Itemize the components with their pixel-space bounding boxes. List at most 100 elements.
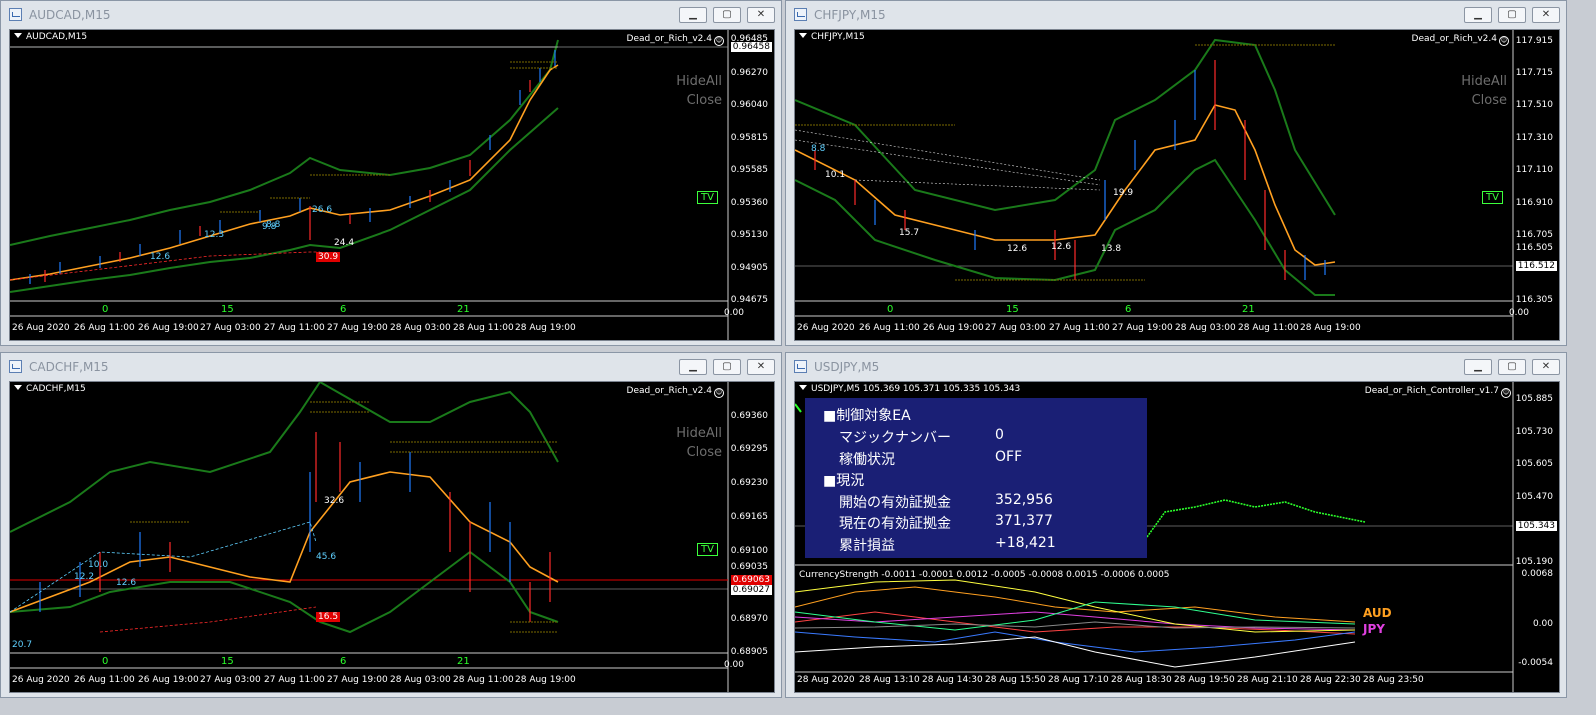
chart-window-usdjpy[interactable]: USDJPY,M5 ▁ ▢ ✕ USDJPY,M5 105.369 105.37…: [785, 352, 1567, 698]
maximize-button[interactable]: ▢: [1498, 359, 1526, 375]
window-title: CADCHF,M15: [29, 360, 109, 374]
trade-annotation: 20.7: [12, 640, 33, 650]
minimize-button[interactable]: ▁: [679, 359, 707, 375]
y-axis-label: 0.96040: [730, 100, 768, 110]
trade-annotation: 19.9: [1113, 188, 1134, 198]
x-axis-label: 28 Aug 11:00: [453, 675, 514, 685]
maximize-button[interactable]: ▢: [713, 359, 741, 375]
y-axis-label: 0.96270: [730, 68, 768, 78]
x-axis-label: 28 Aug 23:50: [1363, 675, 1424, 685]
minimize-button[interactable]: ▁: [1464, 7, 1492, 23]
minimize-button[interactable]: ▁: [679, 7, 707, 23]
currency-strength-label: CurrencyStrength -0.0011 -0.0001 0.0012 …: [799, 570, 1170, 580]
close-button[interactable]: ✕: [747, 359, 775, 375]
y-axis-label: 0.69295: [730, 444, 768, 454]
window-titlebar[interactable]: AUDCAD,M15 ▁ ▢ ✕: [1, 1, 781, 29]
trade-annotation: 16.5: [316, 612, 341, 622]
close-button[interactable]: ✕: [1532, 359, 1560, 375]
x-axis-label: 27 Aug 03:00: [985, 323, 1046, 333]
day-label: 0: [102, 304, 109, 315]
y-axis-label: 0.69165: [730, 512, 768, 522]
x-axis-label: 26 Aug 2020: [12, 675, 70, 685]
y-axis-label: 105.190: [1515, 557, 1553, 567]
y-axis-label: 0.96485: [730, 34, 768, 44]
x-axis-label: 28 Aug 22:30: [1300, 675, 1361, 685]
chart-window-audcad[interactable]: AUDCAD,M15 ▁ ▢ ✕ AUDCAD,M15 Dead_or_Rich…: [0, 0, 782, 346]
y-axis-label: 0.95815: [730, 133, 768, 143]
x-axis-label: 28 Aug 2020: [797, 675, 855, 685]
chart-window-cadchf[interactable]: CADCHF,M15 ▁ ▢ ✕ CADCHF,M15 Dead_or_Rich…: [0, 352, 782, 698]
subwindow-value-label: 0.00: [723, 660, 744, 670]
y-axis-label: 105.605: [1515, 459, 1553, 469]
y-axis-label: 0.68970: [730, 614, 768, 624]
y-axis-label: 0.69035: [730, 562, 768, 572]
y-axis-label: 0.69100: [730, 546, 768, 556]
trade-annotation: 32.6: [324, 496, 345, 506]
strength-y-mid: 0.00: [1532, 619, 1553, 629]
close-button[interactable]: ✕: [747, 7, 775, 23]
y-axis-label: 0.95360: [730, 198, 768, 208]
current-equity-label: 現在の有効証拠金: [839, 516, 951, 532]
x-axis-label: 28 Aug 17:10: [1048, 675, 1109, 685]
x-axis-label: 28 Aug 19:00: [515, 675, 576, 685]
x-axis-label: 26 Aug 11:00: [859, 323, 920, 333]
x-axis-label: 28 Aug 19:00: [1300, 323, 1361, 333]
chart-window-icon: [9, 360, 22, 373]
day-label: 6: [340, 656, 347, 667]
x-axis-label: 28 Aug 18:30: [1111, 675, 1172, 685]
x-axis-label: 26 Aug 2020: [12, 323, 70, 333]
day-label: 21: [1242, 304, 1255, 315]
chart-canvas: [10, 382, 729, 692]
trade-annotation: 12.3: [204, 230, 225, 240]
trade-annotation: 45.6: [316, 552, 337, 562]
current-price-tag: 116.512: [1515, 261, 1557, 271]
x-axis-label: 28 Aug 14:30: [922, 675, 983, 685]
y-axis-label: 116.705: [1515, 230, 1553, 240]
x-axis-label: 27 Aug 19:00: [327, 323, 388, 333]
y-axis-label: 0.94675: [730, 295, 768, 305]
chart-window-icon: [794, 8, 807, 21]
trade-annotation: 8.8: [811, 144, 826, 154]
window-titlebar[interactable]: CADCHF,M15 ▁ ▢ ✕: [1, 353, 781, 381]
minimize-button[interactable]: ▁: [1464, 359, 1492, 375]
profit-loss-label: 累計損益: [839, 538, 895, 554]
close-button[interactable]: ✕: [1532, 7, 1560, 23]
x-axis-label: 27 Aug 03:00: [200, 323, 261, 333]
x-axis-label: 27 Aug 11:00: [264, 323, 325, 333]
y-axis-label: 116.910: [1515, 198, 1553, 208]
y-axis-label: 0.68905: [730, 647, 768, 657]
window-titlebar[interactable]: USDJPY,M5 ▁ ▢ ✕: [786, 353, 1566, 381]
trade-annotation: 12.6: [1051, 242, 1072, 252]
chart-window-chfjpy[interactable]: CHFJPY,M15 ▁ ▢ ✕ CHFJPY,M15 Dead_or_Rich…: [785, 0, 1567, 346]
x-axis-label: 28 Aug 03:00: [390, 323, 451, 333]
x-axis-label: 27 Aug 11:00: [1049, 323, 1110, 333]
currency-label: AUD: [1363, 606, 1392, 620]
price-chart[interactable]: CHFJPY,M15 Dead_or_Rich_v2.4 ☺ HideAll Cl…: [794, 29, 1560, 341]
trade-annotation: 12.2: [74, 572, 95, 582]
y-axis-label: 0.95130: [730, 230, 768, 240]
profit-loss-value: +18,421: [995, 535, 1056, 551]
x-axis-label: 26 Aug 19:00: [138, 323, 199, 333]
price-chart[interactable]: AUDCAD,M15 Dead_or_Rich_v2.4 ☺ HideAll Cl…: [9, 29, 775, 341]
y-axis-label: 105.730: [1515, 427, 1553, 437]
y-axis-label: 117.715: [1515, 68, 1553, 78]
trade-annotation: 15.7: [899, 228, 920, 238]
currency-label: JPY: [1363, 622, 1385, 636]
start-equity-value: 352,956: [995, 492, 1053, 508]
trade-annotation: 12.6: [150, 252, 171, 262]
maximize-button[interactable]: ▢: [1498, 7, 1526, 23]
day-label: 0: [887, 304, 894, 315]
day-label: 6: [1125, 304, 1132, 315]
status-value: OFF: [995, 449, 1023, 465]
strength-y-top: 0.0068: [1521, 569, 1554, 579]
chart-canvas: [795, 30, 1514, 340]
maximize-button[interactable]: ▢: [713, 7, 741, 23]
price-chart[interactable]: CADCHF,M15 Dead_or_Rich_v2.4 ☺ HideAll Cl…: [9, 381, 775, 693]
day-label: 15: [221, 304, 234, 315]
window-titlebar[interactable]: CHFJPY,M15 ▁ ▢ ✕: [786, 1, 1566, 29]
x-axis-label: 27 Aug 19:00: [1112, 323, 1173, 333]
window-title: CHFJPY,M15: [814, 8, 886, 22]
price-chart[interactable]: USDJPY,M5 105.369 105.371 105.335 105.34…: [794, 381, 1560, 693]
x-axis-label: 28 Aug 19:50: [1174, 675, 1235, 685]
y-axis-label: 0.94905: [730, 263, 768, 273]
